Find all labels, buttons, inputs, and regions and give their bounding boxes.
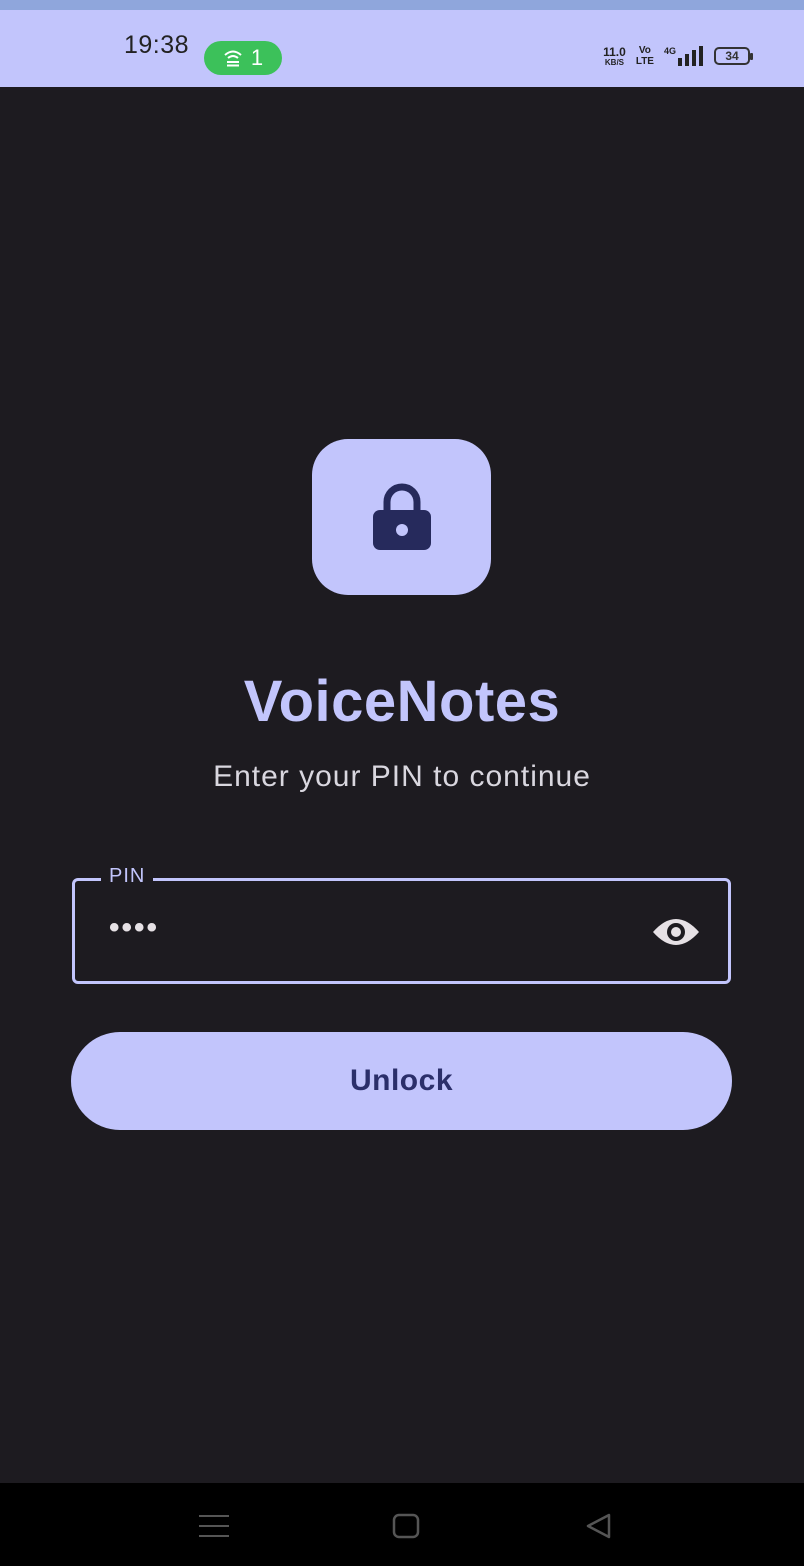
pin-input[interactable]: •••• — [109, 911, 159, 945]
lock-icon — [372, 483, 431, 550]
back-icon — [586, 1513, 611, 1539]
home-button[interactable] — [386, 1509, 426, 1543]
home-icon — [392, 1513, 420, 1539]
signal-bars-icon — [678, 46, 703, 66]
volte-icon: Vo LTE — [636, 45, 654, 67]
hotspot-count: 1 — [250, 45, 264, 70]
net-speed-unit: KB/S — [604, 57, 625, 67]
menu-icon — [199, 1515, 229, 1537]
signal-icon: 4G — [664, 46, 704, 66]
app-logo — [312, 439, 491, 595]
hotspot-icon — [224, 50, 242, 67]
app-title: VoiceNotes — [243, 669, 561, 734]
volte-bottom: LTE — [635, 56, 654, 67]
eye-icon — [653, 919, 699, 945]
toggle-visibility-button[interactable] — [650, 911, 702, 953]
network-type: 4G — [663, 46, 676, 56]
net-speed: 11.0 KB/S — [603, 46, 626, 67]
menu-button[interactable] — [194, 1509, 234, 1543]
net-speed-value: 11.0 — [603, 44, 626, 59]
pin-label: PIN — [101, 865, 154, 888]
battery-level: 34 — [725, 49, 739, 63]
volte-top: Vo — [638, 45, 651, 56]
status-bar: 19:38 1 11.0 KB/S Vo LTE 4G 34 — [0, 10, 804, 87]
pin-field[interactable]: PIN •••• — [72, 865, 731, 984]
status-indicators: 11.0 KB/S Vo LTE 4G 34 — [603, 39, 753, 73]
unlock-button[interactable]: Unlock — [71, 1032, 732, 1130]
battery-icon: 34 — [714, 47, 753, 65]
pin-prompt: Enter your PIN to continue — [213, 760, 591, 793]
navigation-bar — [0, 1483, 804, 1566]
frame-top-border — [0, 0, 804, 10]
hotspot-indicator[interactable]: 1 — [204, 41, 282, 75]
back-button[interactable] — [578, 1509, 618, 1543]
status-time: 19:38 — [124, 31, 190, 59]
